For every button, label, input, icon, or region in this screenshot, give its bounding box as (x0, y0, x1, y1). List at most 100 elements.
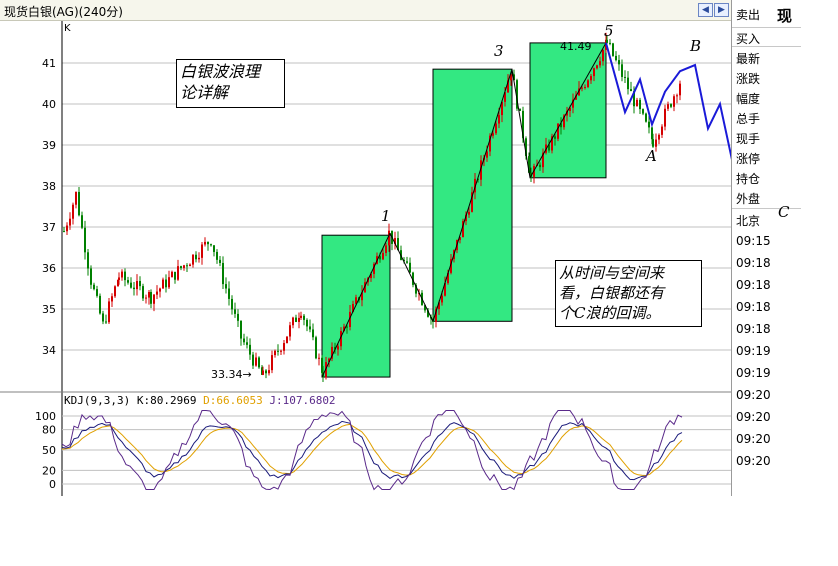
tick-time: 09:20 (736, 410, 771, 424)
candle-body (636, 99, 638, 107)
candle-body (624, 76, 626, 78)
low-price-label: 33.34→ (211, 368, 252, 381)
candle-body (204, 241, 206, 245)
candle-body (648, 121, 650, 128)
candle-body (667, 104, 669, 109)
side-row-volume: 总手 (736, 112, 761, 126)
candle-body (219, 259, 221, 263)
candle-body (283, 343, 285, 351)
tick-time: 09:20 (736, 454, 771, 468)
kdj-j-value: 107.6802 (282, 394, 336, 407)
candle-body (108, 301, 110, 323)
candle-body (118, 277, 120, 280)
candle-body (225, 284, 227, 289)
candle-body (183, 265, 185, 269)
tick-time: 09:18 (736, 278, 771, 292)
kdj-k-name: K (136, 394, 144, 407)
candle-body (406, 261, 408, 263)
candle-body (252, 354, 254, 366)
candle-body (114, 286, 116, 297)
note-title-line: 论详解 (180, 83, 229, 102)
side-row-current-volume: 现手 (736, 132, 761, 146)
candle-body (627, 77, 629, 90)
candle-body (249, 344, 251, 355)
candle-body (679, 83, 681, 96)
candle-body (409, 262, 411, 273)
candle-body (498, 115, 500, 124)
candle-body (99, 295, 101, 314)
candle-body (148, 292, 150, 298)
candle-body (102, 313, 104, 322)
candle-body (258, 357, 260, 368)
candle-body (587, 80, 589, 87)
tick-time: 09:20 (736, 388, 771, 402)
candle-body (213, 245, 215, 252)
candle-body (66, 225, 68, 232)
candle-body (652, 139, 654, 147)
candle-body (593, 68, 595, 77)
candle-body (382, 252, 384, 260)
tick-time: 09:20 (736, 432, 771, 446)
candle-body (441, 295, 443, 303)
kdj-tick-label: 100 (35, 410, 56, 423)
wave-label-5: 5 (604, 22, 614, 40)
candle-body (315, 337, 317, 359)
candle-body (180, 266, 182, 269)
candle-body (93, 284, 95, 290)
candle-body (265, 370, 267, 374)
candle-body (69, 218, 71, 226)
candle-body (174, 271, 176, 280)
candle-body (274, 350, 276, 356)
side-row-percent: 幅度 (736, 92, 761, 106)
candle-body (642, 109, 644, 114)
candle-body (557, 123, 559, 139)
candle-body (612, 43, 614, 56)
side-row-open-interest: 持仓 (736, 172, 761, 186)
candle-body (673, 96, 675, 107)
candle-body (661, 126, 663, 135)
candle-body (75, 191, 77, 205)
bottom-margin (0, 496, 838, 566)
price-panel-label: K (64, 23, 71, 34)
title-bar: 现货白银(AG)(240分) ◀ ▶ (0, 0, 731, 21)
candle-body (606, 39, 608, 43)
tick-time: 09:19 (736, 366, 771, 380)
candle-body (655, 139, 657, 147)
candle-body (554, 136, 556, 139)
candle-body (78, 191, 80, 216)
kdj-tick-label: 50 (42, 444, 56, 457)
candle-body (298, 317, 300, 322)
tick-time: 09:19 (736, 344, 771, 358)
candle-body (590, 76, 592, 81)
tick-time: 09:18 (736, 256, 771, 270)
side-row-bid: 买入 (736, 32, 761, 46)
kdj-d-value: 66.6053 (216, 394, 263, 407)
candle-body (280, 350, 282, 352)
candle-body (165, 279, 167, 288)
candle-body (618, 60, 620, 65)
candle-body (295, 317, 297, 322)
side-row-ask: 卖出 (736, 8, 761, 22)
wave-label-b: B (690, 37, 702, 55)
wave-label-3: 3 (494, 42, 504, 60)
prev-arrow-icon[interactable]: ◀ (698, 3, 713, 17)
candle-body (246, 342, 248, 345)
candle-body (658, 134, 660, 140)
candle-body (142, 286, 144, 299)
candle-body (127, 280, 129, 283)
side-panel-header: 现 (777, 7, 793, 25)
kdj-tick-label: 20 (42, 464, 56, 477)
candle-body (186, 265, 188, 267)
next-arrow-icon[interactable]: ▶ (714, 3, 729, 17)
kdj-k-value: 80.2969 (150, 394, 197, 407)
chart-window: 34 35 36 37 38 39 40 41 0 20 50 80 100 现货白银(AG)(240分… (0, 0, 838, 566)
divider (732, 208, 801, 209)
candle-body (255, 357, 257, 366)
candle-body (596, 65, 598, 69)
candle-body (306, 319, 308, 327)
candle-body (136, 281, 138, 290)
price-tick-label: 40 (42, 98, 56, 111)
note-conclusion-line: 个C浪的回调。 (559, 304, 661, 322)
price-tick-label: 36 (42, 262, 56, 275)
candle-body (81, 215, 83, 228)
